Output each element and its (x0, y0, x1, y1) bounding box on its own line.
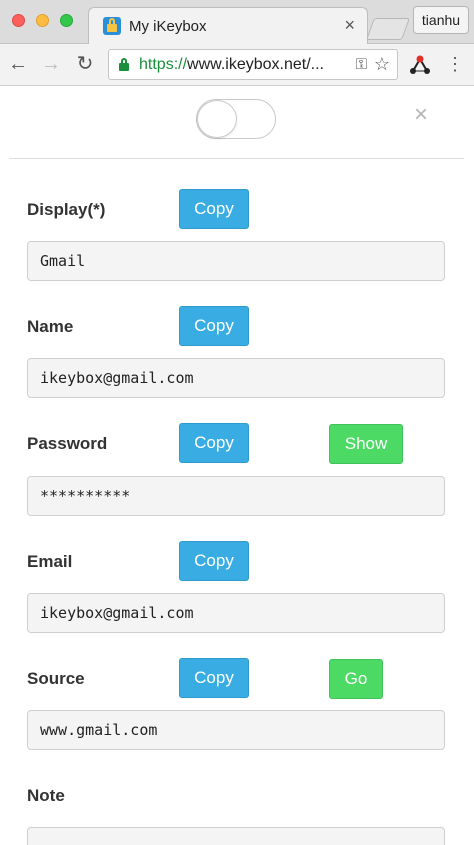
reload-icon[interactable]: ↻ (74, 53, 96, 75)
mode-toggle-switch[interactable] (196, 99, 276, 139)
key-icon[interactable]: ⚿ (356, 56, 367, 73)
display-field[interactable]: Gmail (27, 241, 445, 281)
copy-display-button[interactable]: Copy (179, 189, 249, 229)
url-host: www.ikeybox.net/... (187, 56, 324, 73)
url-text[interactable]: https://www.ikeybox.net/... (139, 56, 324, 74)
ikeybox-extension-icon[interactable] (409, 54, 431, 76)
name-label: Name (27, 317, 74, 336)
maximize-window-button[interactable] (60, 14, 73, 27)
tab-title: My iKeybox (129, 18, 207, 35)
menu-more-icon[interactable]: ⋮ (446, 53, 464, 75)
go-source-button[interactable]: Go (329, 659, 383, 699)
back-arrow-icon[interactable]: ← (7, 53, 29, 75)
note-label: Note (27, 786, 65, 805)
minimize-window-button[interactable] (36, 14, 49, 27)
display-label: Display(*) (27, 200, 106, 219)
close-icon[interactable]: × (414, 103, 428, 127)
ikeybox-popup-page: × Display(*) Copy Gmail Name Copy ikeybo… (0, 87, 474, 845)
browser-toolbar: ← → ↻ https://www.ikeybox.net/... ⚿ ☆ ⋮ (0, 44, 474, 86)
note-field[interactable] (27, 827, 445, 845)
new-tab-button[interactable] (365, 18, 411, 40)
browser-tab-bar: My iKeybox × tianhu (0, 0, 474, 45)
source-field[interactable]: www.gmail.com (27, 710, 445, 750)
copy-password-button[interactable]: Copy (179, 423, 249, 463)
tab-close-icon[interactable]: × (344, 16, 355, 34)
email-field[interactable]: ikeybox@gmail.com (27, 593, 445, 633)
password-field[interactable]: ********** (27, 476, 445, 516)
browser-tab[interactable]: My iKeybox × (88, 7, 368, 45)
email-label: Email (27, 552, 73, 571)
address-bar[interactable]: https://www.ikeybox.net/... ⚿ ☆ (108, 49, 398, 80)
copy-email-button[interactable]: Copy (179, 541, 249, 581)
close-window-button[interactable] (12, 14, 25, 27)
name-field[interactable]: ikeybox@gmail.com (27, 358, 445, 398)
ikeybox-favicon-icon (103, 17, 121, 35)
url-scheme: https:// (139, 56, 188, 73)
bookmark-star-icon[interactable]: ☆ (374, 54, 390, 75)
show-password-button[interactable]: Show (329, 424, 403, 464)
source-label: Source (27, 669, 85, 688)
divider (9, 158, 464, 159)
profile-button[interactable]: tianhu (413, 6, 469, 34)
copy-source-button[interactable]: Copy (179, 658, 249, 698)
toggle-knob (197, 100, 237, 138)
forward-arrow-icon[interactable]: → (40, 53, 62, 75)
copy-name-button[interactable]: Copy (179, 306, 249, 346)
password-label: Password (27, 434, 108, 453)
secure-lock-icon (119, 58, 129, 71)
